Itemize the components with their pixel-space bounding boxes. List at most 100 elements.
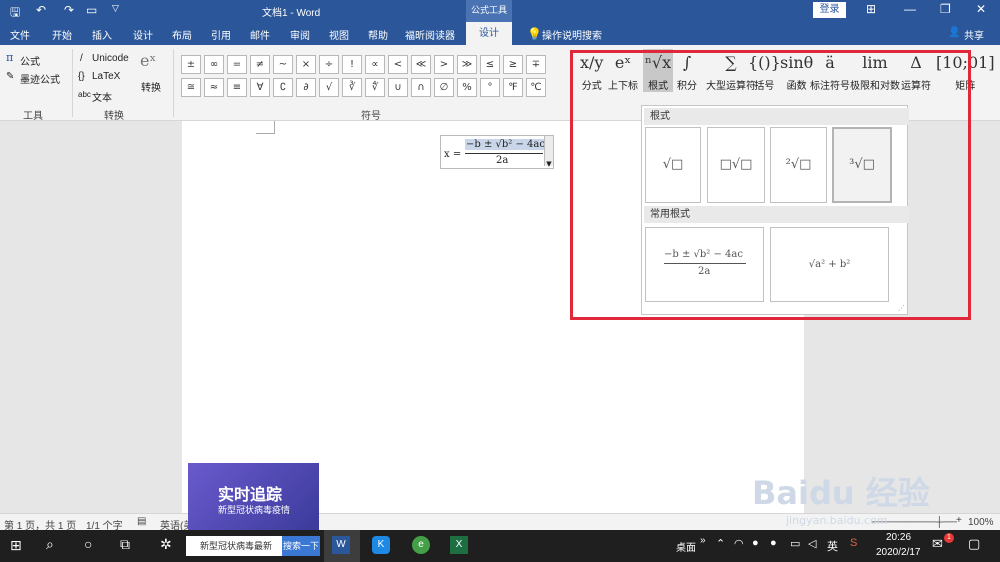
text-option[interactable]: 文本 (92, 89, 112, 104)
tray-overflow-icon[interactable]: ⌃ (716, 537, 725, 550)
tell-me-search[interactable]: 操作说明搜索 (542, 27, 602, 42)
expand-toolbar-icon[interactable]: » (700, 535, 706, 546)
convert-button[interactable]: 转换 (141, 79, 161, 94)
proofing-icon[interactable]: ▤ (137, 516, 146, 527)
tab-references[interactable]: 引用 (211, 27, 231, 42)
undo-icon[interactable]: ↶ (36, 3, 46, 17)
close-icon[interactable]: ✕ (976, 2, 986, 16)
symbol-button[interactable]: ~ (273, 55, 293, 74)
symbol-button[interactable]: ∀ (250, 78, 270, 97)
minimize-icon[interactable]: — (904, 2, 916, 16)
login-button[interactable]: 登录 (813, 2, 846, 18)
tab-mailings[interactable]: 邮件 (250, 27, 270, 42)
symbol-button[interactable]: ! (342, 55, 362, 74)
tab-review[interactable]: 审阅 (290, 27, 310, 42)
volume-icon[interactable]: ◁ (808, 537, 816, 550)
tab-file[interactable]: 文件 (10, 27, 30, 42)
task-view-icon[interactable]: ⧉ (120, 536, 130, 553)
ime-indicator[interactable]: 英 (827, 538, 838, 554)
taskbar-search-button[interactable]: 搜索一下 (282, 536, 320, 556)
excel-app-icon[interactable]: X (450, 536, 468, 554)
tab-layout[interactable]: 布局 (172, 27, 192, 42)
vertical-scrollbar[interactable] (985, 121, 1000, 513)
symbol-button[interactable]: ∂ (296, 78, 316, 97)
wifi-icon[interactable]: ◠ (734, 537, 744, 550)
cortana-icon[interactable]: ○ (84, 536, 92, 552)
symbol-button[interactable]: ± (181, 55, 201, 74)
symbol-button[interactable]: ∜ (365, 78, 385, 97)
chat-icon[interactable]: ✉ (932, 536, 943, 552)
open-icon[interactable]: ▭ (86, 3, 97, 17)
symbol-button[interactable]: ∩ (411, 78, 431, 97)
restore-icon[interactable]: ❐ (940, 2, 951, 16)
tab-equation-design[interactable]: 设计 (466, 22, 512, 45)
symbol-button[interactable]: ∅ (434, 78, 454, 97)
sogou-ime-icon[interactable]: S (850, 537, 857, 549)
symbol-button[interactable]: ≥ (503, 55, 523, 74)
symbol-button[interactable]: ∁ (273, 78, 293, 97)
desktop-toolbar-label[interactable]: 桌面 (676, 539, 696, 554)
symbol-button[interactable]: ℃ (526, 78, 546, 97)
tray-app-icon[interactable]: ● (752, 537, 759, 549)
save-icon[interactable]: 🖫 (10, 3, 20, 24)
symbol-button[interactable]: % (457, 78, 477, 97)
equation-button[interactable]: 公式 (20, 53, 40, 68)
battery-icon[interactable]: ▭ (790, 537, 800, 550)
tab-insert[interactable]: 插入 (92, 27, 112, 42)
symbol-button[interactable]: > (434, 55, 454, 74)
equation-denominator: 2a (496, 155, 509, 166)
symbol-button[interactable]: ° (480, 78, 500, 97)
pinwheel-app-icon[interactable]: ✲ (160, 536, 172, 553)
fraction-bar (465, 153, 543, 154)
symbol-button[interactable]: ∞ (204, 55, 224, 74)
symbol-button[interactable]: ∝ (365, 55, 385, 74)
symbol-button[interactable]: ÷ (319, 55, 339, 74)
latex-option[interactable]: LaTeX (92, 71, 120, 82)
ad-subtitle: 新型冠状病毒疫情 (218, 505, 291, 515)
action-center-icon[interactable]: ▢ (968, 536, 980, 552)
ink-equation-button[interactable]: 墨迹公式 (20, 71, 60, 86)
symbol-button[interactable]: ∛ (342, 78, 362, 97)
symbol-button[interactable]: ≡ (227, 78, 247, 97)
share-button[interactable]: 共享 (964, 27, 984, 42)
kugou-app-icon[interactable]: K (372, 536, 390, 554)
clock-time[interactable]: 20:26 (886, 532, 911, 543)
taskbar-search-input[interactable]: 新型冠状病毒最新 (186, 536, 282, 556)
news-ad-banner[interactable]: 实时追踪 新型冠状病毒疫情 (188, 463, 319, 530)
symbol-button[interactable]: × (296, 55, 316, 74)
equation-object[interactable]: x = −b ± √b² − 4ac 2a ▼ (440, 135, 554, 169)
symbol-button[interactable]: ≅ (181, 78, 201, 97)
redo-icon[interactable]: ↷ (64, 3, 74, 17)
windows-start-icon[interactable]: ⊞ (10, 537, 22, 554)
symbol-button[interactable]: = (227, 55, 247, 74)
lightbulb-icon: 💡 (527, 27, 542, 41)
symbol-button[interactable]: ∪ (388, 78, 408, 97)
symbol-button[interactable]: ≠ (250, 55, 270, 74)
unicode-option[interactable]: Unicode (92, 53, 129, 64)
symbol-button[interactable]: ≫ (457, 55, 477, 74)
word-taskbar-item[interactable]: W (324, 530, 360, 562)
tab-foxit[interactable]: 福昕阅读器 (405, 27, 455, 42)
symbol-button[interactable]: ≪ (411, 55, 431, 74)
zoom-in-icon[interactable]: + (956, 515, 962, 526)
customize-qa-icon[interactable]: ▽ (112, 3, 119, 14)
browser-app-icon[interactable]: e (412, 536, 430, 554)
symbol-button[interactable]: ℉ (503, 78, 523, 97)
zoom-level[interactable]: 100% (968, 517, 994, 528)
equation-options-icon[interactable]: ▼ (544, 136, 553, 168)
symbol-button[interactable]: ≤ (480, 55, 500, 74)
symbol-button[interactable]: < (388, 55, 408, 74)
taskbar: ⊞ ⌕ ○ ⧉ ✲ 新型冠状病毒最新 搜索一下 W K e X 桌面 » ⌃ ◠… (0, 530, 1000, 562)
tab-design[interactable]: 设计 (133, 27, 153, 42)
symbol-button[interactable]: ≈ (204, 78, 224, 97)
symbol-button[interactable]: ∓ (526, 55, 546, 74)
tab-view[interactable]: 视图 (329, 27, 349, 42)
symbol-button[interactable]: √ (319, 78, 339, 97)
tab-home[interactable]: 开始 (52, 27, 72, 42)
ribbon-display-icon[interactable]: ⊞ (866, 2, 876, 16)
search-icon[interactable]: ⌕ (46, 536, 54, 553)
tray-app-icon[interactable]: ● (770, 537, 777, 549)
clock-date[interactable]: 2020/2/17 (876, 547, 921, 558)
tab-help[interactable]: 帮助 (368, 27, 388, 42)
tools-group-label: 工具 (23, 111, 43, 122)
